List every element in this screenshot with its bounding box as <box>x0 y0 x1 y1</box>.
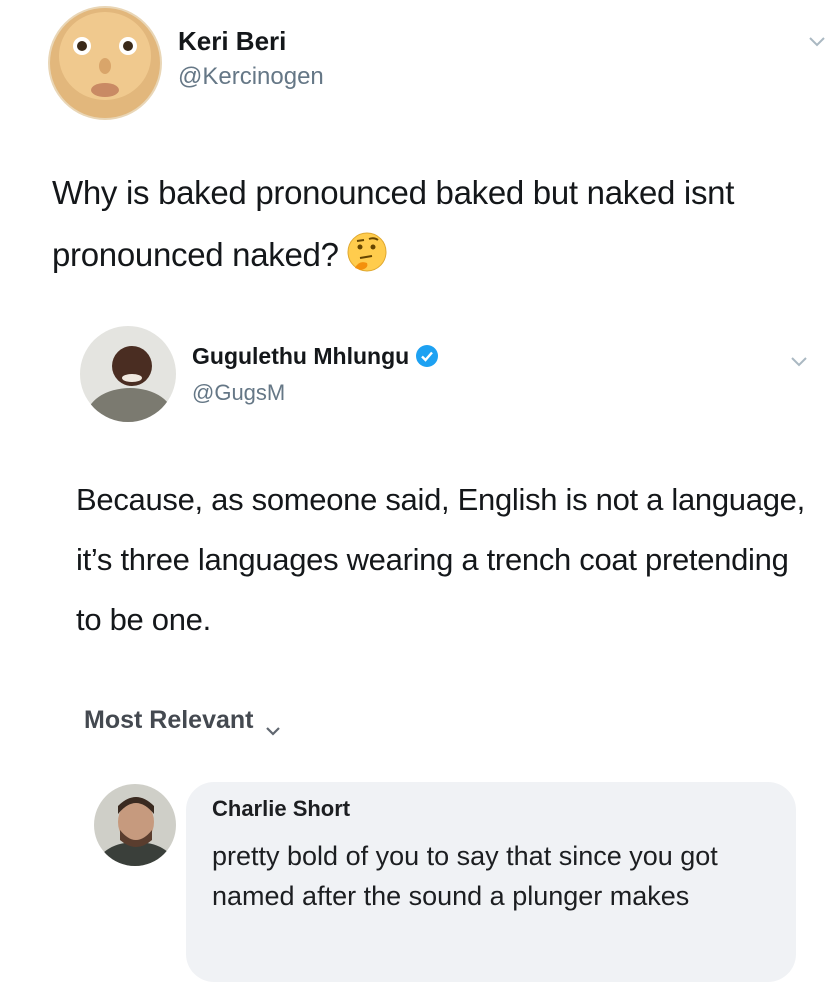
comment-author-name[interactable]: Charlie Short <box>212 796 350 822</box>
tweet-author-name-label: Gugulethu Mhlungu <box>192 343 410 369</box>
tweet-text: Because, as someone said, English is not… <box>76 482 805 637</box>
chevron-down-icon[interactable] <box>790 354 808 368</box>
tweet-text-body: Why is baked pronounced baked but naked … <box>52 174 735 273</box>
tweet-author-handle[interactable]: @GugsM <box>192 380 285 406</box>
comment-text: pretty bold of you to say that since you… <box>212 841 718 911</box>
chevron-down-icon[interactable] <box>808 34 826 48</box>
thinking-face-icon <box>345 230 389 274</box>
comment-sort-dropdown[interactable]: Most Relevant <box>84 706 281 736</box>
verified-badge-icon <box>415 344 439 368</box>
tweet-author-name[interactable]: Gugulethu Mhlungu <box>192 343 439 370</box>
avatar-charlie-short[interactable] <box>94 784 176 866</box>
tweet-text: Why is baked pronounced baked but naked … <box>52 162 782 286</box>
tweet-author-handle[interactable]: @Kercinogen <box>178 63 324 91</box>
tweet-author-name[interactable]: Keri Beri <box>178 26 286 57</box>
avatar-keri-beri[interactable] <box>48 6 162 120</box>
comment-sort-label: Most Relevant <box>84 706 254 734</box>
avatar-gugulethu-mhlungu[interactable] <box>80 326 176 422</box>
chevron-down-icon <box>265 715 281 736</box>
